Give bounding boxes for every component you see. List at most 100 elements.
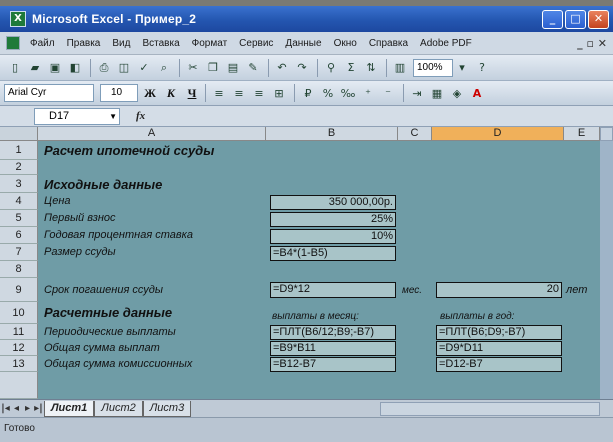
cell-b11[interactable]: =ПЛТ(B6/12;B9;-B7): [270, 325, 396, 340]
borders-icon[interactable]: ▦: [428, 84, 446, 102]
chevron-down-icon[interactable]: ▼: [109, 109, 117, 124]
font-color-icon[interactable]: A: [468, 84, 486, 102]
font-size-select[interactable]: 10: [100, 84, 138, 102]
menu-insert[interactable]: Вставка: [136, 38, 185, 49]
print-icon[interactable]: ⎙: [95, 59, 113, 77]
cell-b13[interactable]: =B12-B7: [270, 357, 396, 372]
font-name-select[interactable]: Arial Cyr: [4, 84, 94, 102]
workbook-icon[interactable]: [6, 36, 20, 50]
cell-b9[interactable]: =D9*12: [270, 282, 396, 298]
cell-b7[interactable]: =B4*(1-B5): [270, 246, 396, 261]
close-button[interactable]: ✕: [588, 9, 609, 29]
align-right-icon[interactable]: ≡: [250, 84, 268, 102]
cell-e9[interactable]: лет: [566, 284, 587, 296]
column-header-d[interactable]: D: [432, 127, 564, 141]
undo-icon[interactable]: ↶: [273, 59, 291, 77]
paste-icon[interactable]: ▤: [224, 59, 242, 77]
chart-wizard-icon[interactable]: ▥: [391, 59, 409, 77]
cell-d12[interactable]: =D9*D11: [436, 341, 562, 356]
worksheet-grid[interactable]: A B C D E 1 2 3 4 5 6 7 8 9 10 11 12 13 …: [0, 127, 600, 399]
row-header-8[interactable]: 8: [0, 261, 38, 278]
align-center-icon[interactable]: ≡: [230, 84, 248, 102]
row-header-2[interactable]: 2: [0, 160, 38, 175]
hyperlink-icon[interactable]: ⚲: [322, 59, 340, 77]
cell-d9[interactable]: 20: [436, 282, 562, 298]
redo-icon[interactable]: ↷: [293, 59, 311, 77]
cut-icon[interactable]: ✂: [184, 59, 202, 77]
indent-icon[interactable]: ⇥: [408, 84, 426, 102]
menu-window[interactable]: Окно: [328, 38, 363, 49]
menu-file[interactable]: Файл: [24, 38, 61, 49]
sheet-tab-3[interactable]: Лист3: [142, 400, 192, 417]
cell-b4[interactable]: 350 000,00р.: [270, 195, 396, 210]
cell-a5[interactable]: Первый взнос: [44, 212, 116, 224]
excel-app-icon[interactable]: X: [10, 11, 26, 27]
column-header-c[interactable]: C: [398, 127, 432, 141]
cell-a6[interactable]: Годовая процентная ставка: [44, 229, 193, 241]
first-sheet-icon[interactable]: |◂: [0, 403, 11, 414]
copy-icon[interactable]: ❐: [204, 59, 222, 77]
cell-a9[interactable]: Срок погашения ссуды: [44, 284, 163, 296]
fill-color-icon[interactable]: ◈: [448, 84, 466, 102]
zoom-select[interactable]: 100%: [413, 58, 453, 77]
align-left-icon[interactable]: ≡: [210, 84, 228, 102]
save-icon[interactable]: ▣: [46, 59, 64, 77]
menu-data[interactable]: Данные: [279, 38, 327, 49]
cell-a4[interactable]: Цена: [44, 195, 71, 207]
cell-d10[interactable]: выплаты в год:: [440, 311, 514, 322]
currency-icon[interactable]: ₽: [299, 84, 317, 102]
sheet-tab-2[interactable]: Лист2: [94, 400, 143, 417]
cell-b6[interactable]: 10%: [270, 229, 396, 244]
column-header-b[interactable]: B: [266, 127, 398, 141]
spelling-icon[interactable]: ✓: [135, 59, 153, 77]
row-header-12[interactable]: 12: [0, 340, 38, 356]
prev-sheet-icon[interactable]: ◂: [11, 403, 22, 414]
function-icon[interactable]: fx: [136, 110, 145, 122]
open-folder-icon[interactable]: ▰: [26, 59, 44, 77]
sort-ascending-icon[interactable]: ⇅: [362, 59, 380, 77]
horizontal-scrollbar[interactable]: [380, 401, 600, 416]
vertical-scrollbar[interactable]: [600, 127, 613, 399]
scroll-up-icon[interactable]: [600, 127, 613, 141]
merge-center-icon[interactable]: ⊞: [270, 84, 288, 102]
menu-tools[interactable]: Сервис: [233, 38, 279, 49]
name-box[interactable]: D17 ▼: [34, 107, 120, 125]
thousands-icon[interactable]: ‰: [339, 84, 357, 102]
menu-adobe-pdf[interactable]: Adobe PDF: [414, 38, 478, 49]
cell-a1[interactable]: Расчет ипотечной ссуды: [44, 143, 214, 158]
sheet-tab-1[interactable]: Лист1: [44, 400, 95, 417]
italic-button[interactable]: К: [162, 84, 180, 102]
row-header-13[interactable]: 13: [0, 356, 38, 372]
cell-a11[interactable]: Периодические выплаты: [44, 326, 176, 338]
menu-view[interactable]: Вид: [106, 38, 136, 49]
row-header-10[interactable]: 10: [0, 302, 38, 324]
decrease-decimal-icon[interactable]: ⁻: [379, 84, 397, 102]
row-header-3[interactable]: 3: [0, 175, 38, 193]
cell-a12[interactable]: Общая сумма выплат: [44, 342, 160, 354]
last-sheet-icon[interactable]: ▸|: [33, 403, 44, 414]
increase-decimal-icon[interactable]: ⁺: [359, 84, 377, 102]
menu-help[interactable]: Справка: [363, 38, 414, 49]
cell-a13[interactable]: Общая сумма комиссионных: [44, 358, 192, 370]
workbook-window-controls[interactable]: _ ▫ ✕: [577, 37, 613, 50]
help-icon[interactable]: ?: [473, 59, 491, 77]
underline-button[interactable]: Ч: [183, 84, 201, 102]
permission-icon[interactable]: ◧: [66, 59, 84, 77]
chevron-down-icon[interactable]: ▾: [453, 59, 471, 77]
row-header-5[interactable]: 5: [0, 210, 38, 227]
autosum-icon[interactable]: Σ: [342, 59, 360, 77]
bold-button[interactable]: Ж: [141, 84, 159, 102]
cell-a3[interactable]: Исходные данные: [44, 177, 162, 192]
column-header-a[interactable]: A: [38, 127, 266, 141]
cell-a7[interactable]: Размер ссуды: [44, 246, 116, 258]
research-icon[interactable]: ⌕: [155, 59, 173, 77]
cell-d13[interactable]: =D12-B7: [436, 357, 562, 372]
menu-format[interactable]: Формат: [186, 38, 234, 49]
select-all-corner[interactable]: [0, 127, 38, 141]
cell-a10[interactable]: Расчетные данные: [44, 305, 172, 320]
row-header-7[interactable]: 7: [0, 244, 38, 261]
cell-d11[interactable]: =ПЛТ(B6;D9;-B7): [436, 325, 562, 340]
format-painter-icon[interactable]: ✎: [244, 59, 262, 77]
row-header-6[interactable]: 6: [0, 227, 38, 244]
cell-c9[interactable]: мес.: [402, 285, 422, 296]
